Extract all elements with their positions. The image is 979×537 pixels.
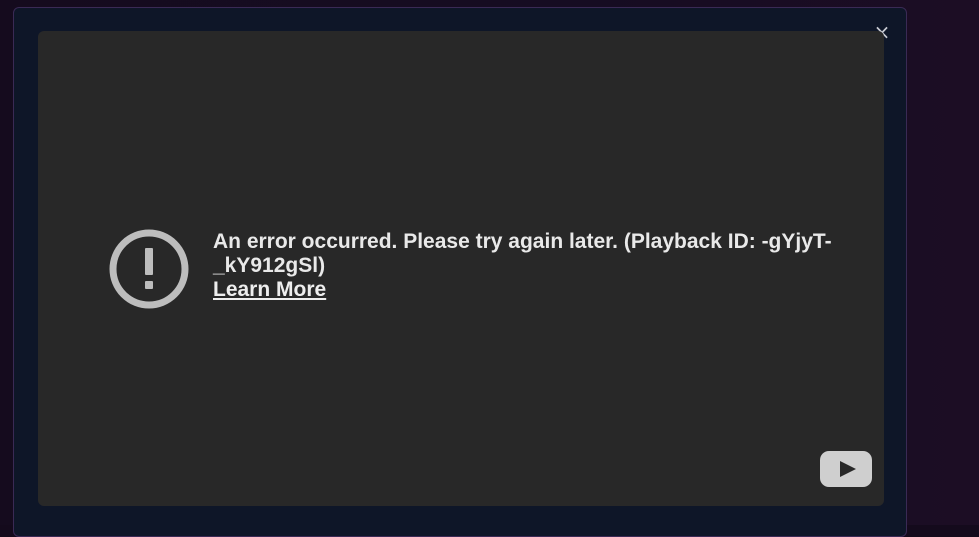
youtube-logo-icon[interactable] <box>820 451 872 487</box>
video-player[interactable]: An error occurred. Please try again late… <box>38 31 884 506</box>
error-text: An error occurred. Please try again late… <box>213 230 833 302</box>
learn-more-link[interactable]: Learn More <box>213 278 326 302</box>
error-message: An error occurred. Please try again late… <box>213 230 832 277</box>
error-panel: An error occurred. Please try again late… <box>108 228 833 310</box>
video-modal: × An error occurred. Please try again la… <box>13 7 907 537</box>
exclamation-circle-icon <box>109 229 189 309</box>
